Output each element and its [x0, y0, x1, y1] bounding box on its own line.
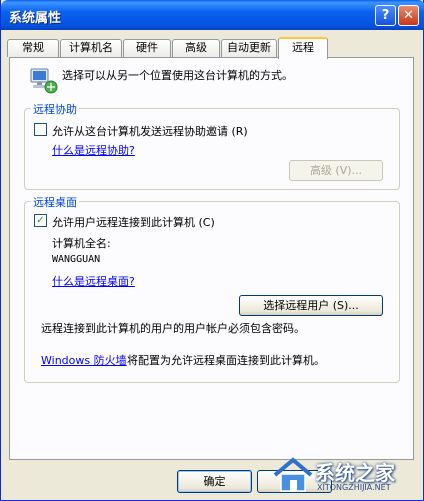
remote-desktop-checkbox-label[interactable]: 允许用户远程连接到此计算机 (C): [52, 214, 215, 230]
intro-text: 选择可以从另一个位置使用这台计算机的方式。: [62, 69, 293, 82]
tab-automatic-updates[interactable]: 自动更新: [221, 39, 277, 57]
system-properties-window: 系统属性 ? ✕ 常规 计算机名 硬件 高级 自动更新 远程 选择可以从另一个位…: [0, 0, 424, 501]
remote-assistance-checkbox[interactable]: [34, 123, 47, 136]
password-note: 远程连接到此计算机的用户的用户帐户必须包含密码。: [41, 322, 305, 335]
close-button[interactable]: ✕: [398, 5, 419, 26]
computer-name-label: 计算机全名:: [52, 237, 111, 250]
select-remote-users-button[interactable]: 选择远程用户 (S)...: [239, 295, 383, 316]
computer-name-value: WANGGUAN: [52, 254, 101, 265]
tab-computer-name[interactable]: 计算机名: [60, 39, 122, 57]
tab-advanced[interactable]: 高级: [172, 39, 220, 57]
title-bar[interactable]: 系统属性 ? ✕: [1, 0, 424, 30]
remote-assistance-help-link[interactable]: 什么是远程协助?: [52, 142, 135, 158]
remote-desktop-help-link[interactable]: 什么是远程桌面?: [52, 273, 135, 289]
firewall-note: 将配置为允许远程桌面连接到此计算机。: [127, 354, 325, 367]
computer-network-icon: [30, 68, 58, 94]
ok-button[interactable]: 确定: [177, 470, 252, 493]
windows-firewall-link[interactable]: Windows 防火墙: [41, 352, 127, 368]
remote-assistance-checkbox-label[interactable]: 允许从这台计算机发送远程协助邀请 (R): [52, 123, 248, 139]
help-button[interactable]: ?: [375, 5, 396, 26]
tab-general[interactable]: 常规: [7, 39, 59, 57]
watermark-url: XITONGZHIJIA.NET: [317, 483, 391, 492]
remote-desktop-title: 远程桌面: [31, 194, 79, 210]
watermark-text: 系统之家: [315, 461, 395, 485]
remote-desktop-group: 远程桌面 ✓ 允许用户远程连接到此计算机 (C) 计算机全名: WANGGUAN…: [24, 194, 400, 383]
remote-tab-panel: 选择可以从另一个位置使用这台计算机的方式。 远程协助 允许从这台计算机发送远程协…: [9, 57, 414, 460]
advanced-button[interactable]: 高级 (V)...: [289, 160, 383, 181]
remote-assistance-title: 远程协助: [31, 101, 79, 117]
watermark: 系统之家 XITONGZHIJIA.NET: [271, 455, 421, 497]
house-logo-icon: [273, 457, 313, 492]
tab-hardware[interactable]: 硬件: [123, 39, 171, 57]
remote-assistance-group: 远程协助 允许从这台计算机发送远程协助邀请 (R) 什么是远程协助? 高级 (V…: [24, 101, 400, 190]
tab-remote[interactable]: 远程: [278, 37, 328, 59]
window-title: 系统属性: [9, 11, 62, 26]
remote-desktop-checkbox[interactable]: ✓: [34, 214, 47, 227]
